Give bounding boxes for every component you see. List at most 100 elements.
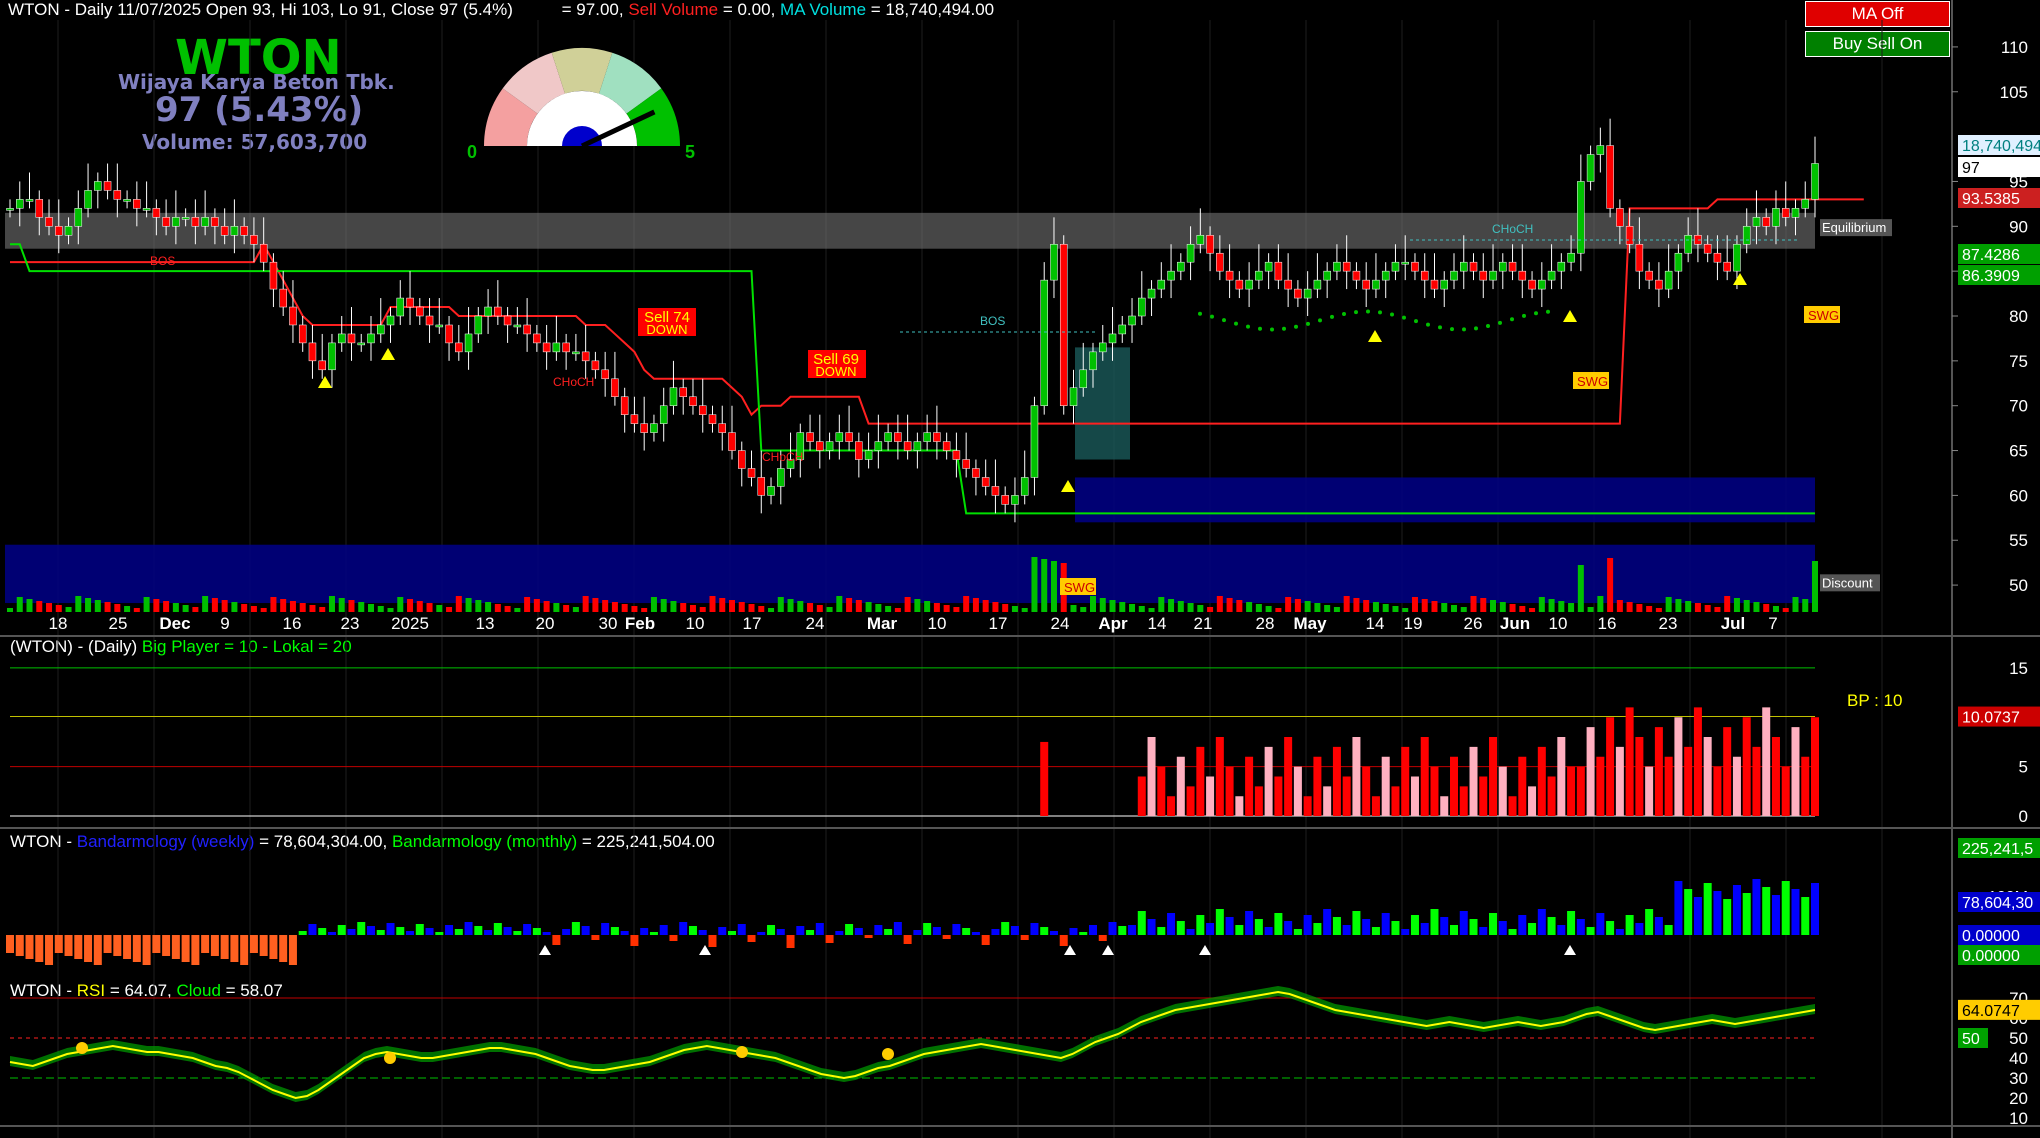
bp-axis-label: 0: [2019, 807, 2028, 826]
bandar-bar: [923, 923, 932, 935]
bandar-marker: [1199, 945, 1211, 955]
volume-bar: [114, 604, 121, 612]
candle-body: [220, 226, 229, 236]
bandar-bar: [786, 935, 795, 948]
candle-body: [1020, 477, 1029, 496]
candle-body: [533, 333, 541, 344]
bandar-bar: [571, 922, 580, 935]
candle-body: [513, 324, 522, 328]
x-axis-label: 23: [341, 614, 360, 633]
bp-bar: [1557, 737, 1566, 816]
candle-body: [601, 369, 609, 380]
candle-body: [289, 306, 297, 326]
bandar-bar: [1489, 913, 1498, 935]
bandar-bar: [1645, 909, 1654, 935]
candle-body: [25, 199, 34, 202]
volume-bar: [1655, 608, 1662, 612]
bandar-bar: [162, 935, 171, 956]
bandar-bar: [1332, 917, 1341, 935]
bp-bar: [1742, 717, 1751, 816]
annotation-choch-1: CHoCH: [553, 375, 594, 389]
bandar-bar: [1537, 909, 1546, 935]
volume-bar: [46, 603, 53, 612]
candle-body: [1342, 261, 1351, 272]
candle-body: [474, 315, 483, 335]
candle-body: [1655, 279, 1663, 290]
x-axis-label: Apr: [1098, 614, 1128, 633]
bandar-bar: [1596, 913, 1605, 935]
bandar-bar: [25, 935, 34, 959]
x-axis-label: 24: [806, 614, 825, 633]
rsi-marker: [736, 1046, 748, 1058]
bandar-bar: [1040, 927, 1049, 935]
bandar-bar: [464, 922, 473, 935]
trail-dot: [1282, 326, 1286, 331]
candle-body: [1801, 199, 1809, 209]
volume-bar: [797, 601, 804, 612]
rsi-line: [9, 990, 1816, 1100]
volume-bar: [250, 606, 257, 612]
volume-bar: [446, 607, 453, 612]
bandar-bar: [64, 935, 73, 956]
candle-body: [650, 423, 658, 433]
bandar-bar: [1206, 923, 1215, 935]
volume-bar: [163, 601, 170, 612]
bp-bar: [1313, 756, 1322, 816]
volume-bar: [260, 608, 267, 612]
candle-body: [1703, 243, 1712, 254]
volume-bar: [777, 597, 784, 612]
bp-bar: [1137, 776, 1146, 816]
bp-axis-label: 15: [2009, 659, 2028, 678]
trail-dot: [1402, 315, 1406, 320]
bandar-bar: [347, 929, 356, 935]
candle-body: [347, 333, 356, 344]
volume-bar: [397, 597, 404, 612]
candle-body: [1567, 252, 1575, 263]
volume-bar: [875, 604, 882, 612]
bandar-bar: [562, 929, 571, 935]
badge-close: 97: [1962, 160, 1980, 177]
bp-bar: [1381, 756, 1390, 816]
volume-bar: [192, 607, 199, 612]
bp-bar: [1811, 717, 1819, 816]
bp-bar: [1674, 717, 1683, 816]
volume-bar: [758, 606, 765, 612]
candle-body: [1733, 243, 1741, 272]
bandar-bar: [1625, 915, 1634, 935]
volume-bar: [1470, 596, 1477, 612]
bp-bar: [1625, 707, 1634, 816]
bandar-bar: [1410, 915, 1419, 935]
volume-bar: [1607, 558, 1614, 612]
volume-bar: [85, 598, 92, 612]
candle-body: [1645, 270, 1653, 281]
bp-bar: [1332, 746, 1341, 816]
bp-bar: [1284, 737, 1293, 816]
rsi-50-badge: 50: [1962, 1031, 1980, 1048]
volume-bar: [1158, 597, 1165, 612]
candle-body: [640, 423, 648, 433]
bandar-bar: [259, 935, 268, 956]
bandar-bar: [288, 935, 297, 965]
sell69-down: DOWN: [815, 364, 856, 379]
volume-bar: [1041, 559, 1048, 612]
volume-bar: [1246, 602, 1253, 612]
bandar-bar: [1128, 925, 1137, 935]
candle-body: [1450, 270, 1458, 281]
candle-body: [698, 405, 707, 415]
candle-body: [1059, 243, 1068, 406]
volume-bar: [1675, 599, 1682, 612]
bandar-bar: [581, 926, 590, 935]
volume-bar: [416, 601, 423, 612]
volume-bar: [143, 597, 150, 612]
bp-bar: [1196, 746, 1205, 816]
chart-canvas[interactable]: BOSBOSCHoCHCHoCHCHoCHSell 74DOWNSell 69D…: [0, 0, 2040, 1138]
discount-tag: Discount: [1822, 575, 1873, 590]
candle-body: [1381, 270, 1390, 281]
trail-dot: [1414, 319, 1418, 324]
volume-bar: [787, 599, 794, 612]
candle-body: [630, 414, 639, 424]
volume-bar: [1372, 602, 1379, 612]
candle-body: [113, 190, 122, 200]
volume-bar: [1382, 604, 1389, 612]
x-axis-label: 30: [599, 614, 618, 633]
